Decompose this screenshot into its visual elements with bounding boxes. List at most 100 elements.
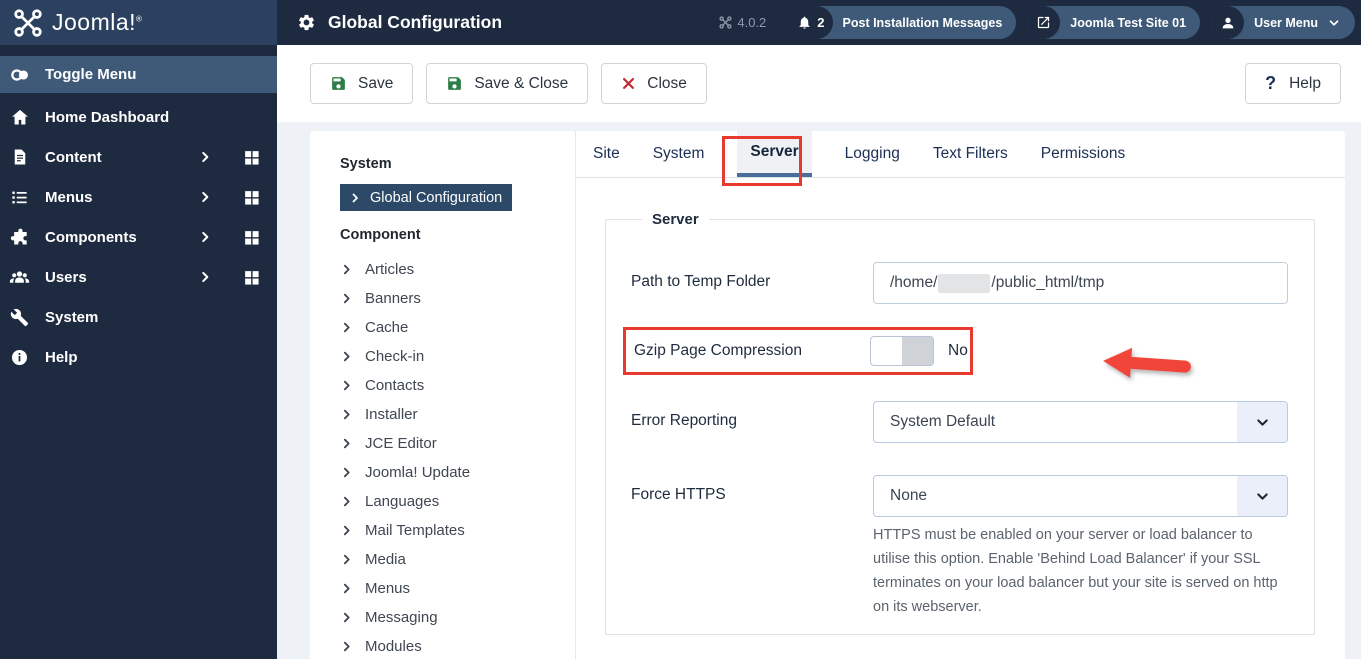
nav-item-messaging[interactable]: Messaging (340, 603, 575, 632)
nav-item-menus[interactable]: Menus (340, 574, 575, 603)
save-and-close-button-label: Save & Close (474, 74, 569, 92)
joomla-logo: Joomla!® (0, 0, 277, 45)
notification-count: 2 (817, 15, 825, 30)
joomla-logo-icon (13, 8, 43, 38)
sidebar-item-system[interactable]: System (0, 297, 277, 337)
users-group-icon (9, 267, 30, 288)
nav-item-installer[interactable]: Installer (340, 400, 575, 429)
annotation-box-gzip-row: Gzip Page Compression No (623, 327, 973, 375)
sidebar-menu: Home Dashboard Content Menus Components … (0, 97, 277, 377)
field-label: Force HTTPS (631, 486, 726, 503)
nav-item-label: Messaging (365, 609, 438, 626)
sidebar-item-help[interactable]: Help (0, 337, 277, 377)
field-label: Path to Temp Folder (631, 273, 771, 290)
select-dropdown-zone (1237, 402, 1287, 442)
redacted-username (938, 273, 991, 293)
chevron-right-icon (340, 524, 353, 537)
header-right-group: 4.0.2 2 Post Installation Messages Jooml… (719, 6, 1361, 39)
tab-text-filters[interactable]: Text Filters (933, 131, 1008, 177)
close-button[interactable]: Close (601, 63, 707, 104)
chevron-right-icon (340, 350, 353, 363)
user-menu-button[interactable]: User Menu (1211, 6, 1355, 39)
sidebar-item-components[interactable]: Components (0, 217, 277, 257)
help-button[interactable]: ? Help (1245, 63, 1341, 104)
field-label: Gzip Page Compression (634, 342, 802, 359)
force-https-select[interactable]: None (873, 475, 1288, 517)
nav-item-global-configuration[interactable]: Global Configuration (340, 184, 512, 211)
nav-item-label: Global Configuration (370, 189, 503, 206)
sidebar-item-content[interactable]: Content (0, 137, 277, 177)
action-toolbar: Save Save & Close Close ? Help (277, 45, 1361, 122)
nav-item-label: JCE Editor (365, 435, 437, 452)
nav-item-languages[interactable]: Languages (340, 487, 575, 516)
sidebar-item-menus[interactable]: Menus (0, 177, 277, 217)
dashboard-grid-icon[interactable] (243, 229, 260, 246)
help-button-label: Help (1289, 74, 1321, 92)
nav-item-modules[interactable]: Modules (340, 632, 575, 659)
path-temp-input[interactable]: /home/ /public_html/tmp (873, 262, 1288, 304)
nav-item-contacts[interactable]: Contacts (340, 371, 575, 400)
list-icon (9, 187, 30, 208)
save-button[interactable]: Save (310, 63, 414, 104)
dashboard-grid-icon[interactable] (243, 269, 260, 286)
field-row-force-https: Force HTTPS None HTTPS must be enabled o… (606, 475, 1314, 619)
tab-site[interactable]: Site (593, 131, 620, 177)
page-title: Global Configuration (328, 12, 503, 32)
dashboard-grid-icon[interactable] (243, 149, 260, 166)
nav-item-joomla-update[interactable]: Joomla! Update (340, 458, 575, 487)
nav-item-banners[interactable]: Banners (340, 284, 575, 313)
home-icon (9, 107, 30, 128)
nav-item-label: Languages (365, 493, 440, 510)
nav-item-cache[interactable]: Cache (340, 313, 575, 342)
sidebar-item-label: Home Dashboard (45, 108, 170, 126)
joomla-wordmark: Joomla!® (52, 9, 143, 35)
chevron-down-icon (1327, 16, 1341, 30)
sidebar-item-label: Menus (45, 188, 93, 206)
nav-item-label: Banners (365, 290, 421, 307)
tab-server[interactable]: Server (737, 131, 812, 177)
gzip-toggle-switch[interactable] (870, 336, 934, 366)
joomla-admin-app: Joomla!® Global Configuration 4.0.2 2 Po… (0, 0, 1361, 659)
close-x-icon (623, 78, 635, 89)
question-mark-icon: ? (1265, 73, 1277, 93)
top-header-bar: Joomla!® Global Configuration 4.0.2 2 Po… (0, 0, 1361, 45)
nav-item-articles[interactable]: Articles (340, 255, 575, 284)
nav-item-mail-templates[interactable]: Mail Templates (340, 516, 575, 545)
dashboard-grid-icon[interactable] (243, 189, 260, 206)
chevron-right-icon (198, 150, 212, 164)
tab-logging[interactable]: Logging (845, 131, 900, 177)
nav-item-label: Media (365, 551, 406, 568)
sidebar-item-home-dashboard[interactable]: Home Dashboard (0, 97, 277, 137)
tab-system[interactable]: System (653, 131, 705, 177)
fieldset-legend: Server (652, 211, 699, 228)
gzip-toggle-state: No (948, 342, 968, 359)
error-reporting-select[interactable]: System Default (873, 401, 1288, 443)
sidebar-item-label: Content (45, 148, 102, 166)
site-preview-button[interactable]: Joomla Test Site 01 (1027, 6, 1201, 39)
close-button-label: Close (647, 74, 687, 92)
sidebar-item-label: Help (45, 348, 78, 366)
post-installation-messages-button[interactable]: 2 Post Installation Messages (789, 6, 1017, 39)
chevron-down-icon (1256, 418, 1268, 426)
nav-item-label: Contacts (365, 377, 425, 394)
chevron-right-icon (340, 553, 353, 566)
tab-permissions[interactable]: Permissions (1041, 131, 1125, 177)
toggle-menu-button[interactable]: Toggle Menu (0, 56, 277, 93)
save-floppy-icon (448, 77, 462, 90)
nav-item-media[interactable]: Media (340, 545, 575, 574)
save-and-close-button[interactable]: Save & Close (426, 63, 589, 104)
notification-bell-badge: 2 (789, 6, 833, 39)
joomla-version-icon (719, 16, 732, 29)
nav-heading-component: Component (340, 227, 421, 243)
selected-option: None (890, 487, 928, 504)
bell-icon (799, 16, 810, 29)
nav-item-check-in[interactable]: Check-in (340, 342, 575, 371)
force-https-control-group: None HTTPS must be enabled on your serve… (873, 475, 1291, 619)
chevron-right-icon (340, 437, 353, 450)
sidebar-item-label: Components (45, 228, 137, 246)
site-preview-label: Joomla Test Site 01 (1070, 15, 1187, 30)
select-dropdown-zone (1237, 476, 1287, 516)
nav-item-jce-editor[interactable]: JCE Editor (340, 429, 575, 458)
nav-item-label: Cache (365, 319, 409, 336)
sidebar-item-users[interactable]: Users (0, 257, 277, 297)
